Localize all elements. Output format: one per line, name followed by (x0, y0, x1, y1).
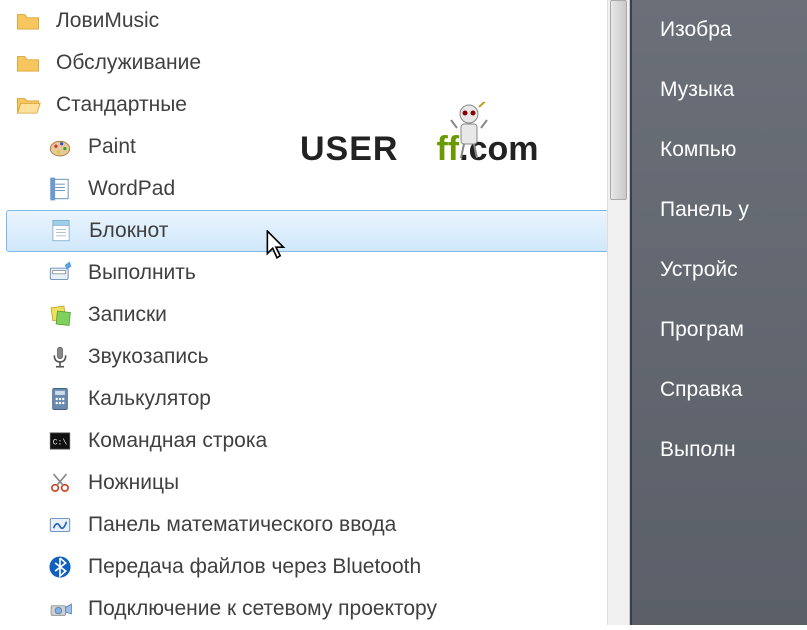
projector-icon (46, 595, 74, 623)
wordpad-icon (46, 175, 74, 203)
menu-item-label: Командная строка (88, 429, 267, 453)
menu-item-label: Записки (88, 303, 167, 327)
folder-icon (14, 49, 42, 77)
menu-item-paint[interactable]: Paint (0, 126, 629, 168)
menu-item-folder[interactable]: ЛовиMusic (0, 0, 629, 42)
bluetooth-icon (46, 553, 74, 581)
right-panel-item[interactable]: Изобра (632, 0, 807, 60)
scrollbar[interactable] (607, 0, 629, 625)
menu-item-label: Стандартные (56, 93, 187, 117)
menu-item-label: Калькулятор (88, 387, 211, 411)
menu-item-snip[interactable]: Ножницы (0, 462, 629, 504)
menu-item-folder[interactable]: Обслуживание (0, 42, 629, 84)
menu-item-label: WordPad (88, 177, 175, 201)
menu-item-bluetooth[interactable]: Передача файлов через Bluetooth (0, 546, 629, 588)
menu-item-math[interactable]: Панель математического ввода (0, 504, 629, 546)
folder-icon (14, 7, 42, 35)
math-icon (46, 511, 74, 539)
menu-item-label: Выполнить (88, 261, 196, 285)
menu-item-label: Подключение к сетевому проектору (88, 597, 437, 621)
menu-item-label: Обслуживание (56, 51, 201, 75)
right-panel-item[interactable]: Програм (632, 300, 807, 360)
scroll-thumb[interactable] (610, 0, 627, 200)
menu-item-label: Звукозапись (88, 345, 209, 369)
right-panel-item[interactable]: Справка (632, 360, 807, 420)
start-menu-right-panel: ИзобраМузыкаКомпьюПанель уУстройсПрограм… (630, 0, 807, 625)
notes-icon (46, 301, 74, 329)
menu-item-notepad[interactable]: Блокнот (6, 210, 623, 252)
folder-open-icon (14, 91, 42, 119)
svg-text:C:\: C:\ (53, 438, 68, 447)
menu-item-notes[interactable]: Записки (0, 294, 629, 336)
right-panel-item[interactable]: Музыка (632, 60, 807, 120)
menu-item-run[interactable]: Выполнить (0, 252, 629, 294)
menu-item-label: Передача файлов через Bluetooth (88, 555, 421, 579)
menu-item-label: Paint (88, 135, 136, 159)
menu-item-label: Ножницы (88, 471, 179, 495)
calc-icon (46, 385, 74, 413)
menu-item-wordpad[interactable]: WordPad (0, 168, 629, 210)
menu-item-calc[interactable]: Калькулятор (0, 378, 629, 420)
menu-item-mic[interactable]: Звукозапись (0, 336, 629, 378)
cmd-icon: C:\ (46, 427, 74, 455)
right-panel-item[interactable]: Панель у (632, 180, 807, 240)
menu-item-label: Блокнот (89, 219, 168, 243)
paint-icon (46, 133, 74, 161)
right-panel-item[interactable]: Компью (632, 120, 807, 180)
start-menu-programs-panel: ЛовиMusic Обслуживание Стандартные Paint Wor… (0, 0, 630, 625)
mic-icon (46, 343, 74, 371)
snip-icon (46, 469, 74, 497)
run-icon (46, 259, 74, 287)
menu-item-label: ЛовиMusic (56, 9, 159, 33)
menu-item-label: Панель математического ввода (88, 513, 396, 537)
right-panel-item[interactable]: Выполн (632, 420, 807, 480)
menu-item-folder-open[interactable]: Стандартные (0, 84, 629, 126)
notepad-icon (47, 217, 75, 245)
right-panel-item[interactable]: Устройс (632, 240, 807, 300)
menu-item-cmd[interactable]: C:\ Командная строка (0, 420, 629, 462)
menu-item-projector[interactable]: Подключение к сетевому проектору (0, 588, 629, 630)
